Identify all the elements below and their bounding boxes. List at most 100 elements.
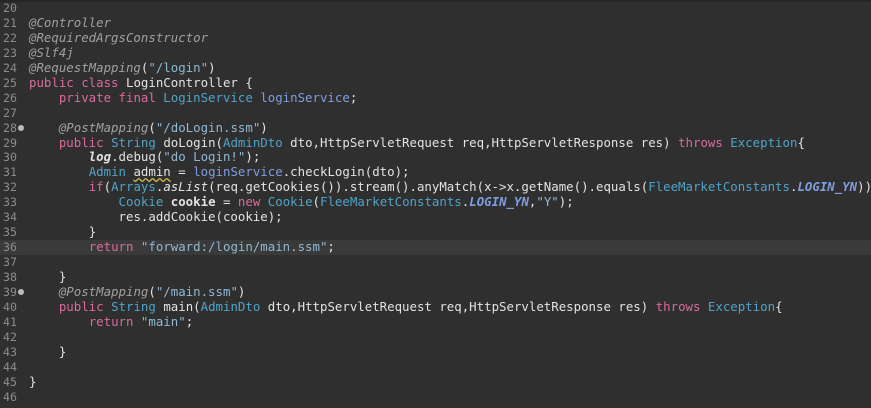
- type-token: FleeMarketConstants: [320, 194, 462, 210]
- code-line[interactable]: 22 @RequiredArgsConstructor: [0, 29, 871, 46]
- line-number: 31: [3, 165, 17, 180]
- code-line[interactable]: 29 public String doLogin(AdminDto dto,Ht…: [0, 134, 871, 151]
- expression-end: ))) {: [857, 179, 871, 195]
- field-token: loginService: [193, 164, 283, 180]
- line-number: 43: [3, 344, 17, 359]
- type-token: String: [111, 298, 156, 314]
- code-line[interactable]: 28 @PostMapping("/doLogin.ssm"): [0, 119, 871, 136]
- line-number: 46: [3, 389, 17, 404]
- parameter-list: dto,HttpServletRequest req,HttpServletRe…: [260, 298, 656, 314]
- keyword-token: public class: [29, 74, 119, 90]
- annotation-token: @PostMapping: [58, 119, 149, 135]
- fold-toggle-icon[interactable]: [18, 288, 24, 295]
- statement: res.addCookie(cookie);: [118, 209, 283, 225]
- keyword-token: public: [58, 134, 104, 150]
- code-line[interactable]: 40 public String main(AdminDto dto,HttpS…: [0, 298, 871, 315]
- static-method-token: asList: [163, 179, 209, 195]
- line-number: 36: [3, 240, 17, 255]
- keyword-token: return: [88, 239, 134, 255]
- code-line[interactable]: 44: [0, 360, 871, 375]
- line-number: 27: [3, 105, 17, 120]
- type-token: FleeMarketConstants: [648, 179, 790, 195]
- type-token: Exception: [707, 298, 776, 314]
- code-line[interactable]: 24 @RequestMapping("/login"): [0, 59, 871, 76]
- line-number: 20: [3, 1, 17, 15]
- code-line[interactable]: 39 @PostMapping("/main.ssm"): [0, 283, 871, 300]
- code-line[interactable]: 45}: [0, 373, 871, 390]
- code-line[interactable]: 25 public class LoginController {: [0, 74, 871, 91]
- string-token: "/main.ssm": [155, 283, 238, 299]
- field-token: loginService: [260, 89, 350, 105]
- operator-token: =: [170, 164, 194, 180]
- code-line[interactable]: 34 res.addCookie(cookie);: [0, 209, 871, 225]
- line-number: 24: [3, 60, 17, 75]
- code-line[interactable]: 20: [0, 1, 871, 16]
- type-token: Admin: [88, 164, 126, 180]
- class-declaration: LoginController {: [118, 74, 253, 90]
- line-number: 41: [3, 314, 17, 329]
- code-line[interactable]: 27: [0, 106, 871, 121]
- code-editor[interactable]: 20 21 @Controller 22 @RequiredArgsConstr…: [0, 0, 871, 408]
- static-field-token: log: [88, 149, 112, 165]
- line-number: 33: [3, 195, 17, 210]
- code-line[interactable]: 41 return "main";: [0, 313, 871, 330]
- code-line[interactable]: 23 @Slf4j: [0, 44, 871, 61]
- code-line[interactable]: 32 if(Arrays.asList(req.getCookies()).st…: [0, 179, 871, 195]
- method-call: .checkLogin(dto);: [282, 164, 410, 180]
- code-line[interactable]: 31 Admin admin = loginService.checkLogin…: [0, 164, 871, 180]
- code-line[interactable]: 37: [0, 255, 871, 270]
- keyword-token: throws: [678, 134, 723, 150]
- annotation-token: @Slf4j: [29, 44, 74, 60]
- code-line[interactable]: 35 }: [0, 224, 871, 240]
- type-token: Cookie: [118, 194, 164, 210]
- line-number: 45: [3, 374, 17, 389]
- brace: }: [58, 269, 67, 284]
- method-call: .debug(: [111, 149, 164, 165]
- brace: }: [58, 343, 67, 359]
- method-name: main: [163, 298, 194, 314]
- parameter-list: dto,HttpServletRequest req,HttpServletRe…: [282, 134, 679, 150]
- code-line[interactable]: 26 private final LoginService loginServi…: [0, 89, 871, 106]
- keyword-token: if: [88, 179, 104, 195]
- line-number: 44: [3, 359, 17, 374]
- line-number: 35: [3, 225, 17, 240]
- code-line[interactable]: 21 @Controller: [0, 15, 871, 31]
- line-number: 22: [3, 30, 17, 45]
- annotation-token: @PostMapping: [58, 283, 149, 299]
- static-field-token: LOGIN_YN: [797, 179, 858, 195]
- code-line[interactable]: 33 Cookie cookie = new Cookie(FleeMarket…: [0, 194, 871, 210]
- annotation-token: @RequiredArgsConstructor: [29, 29, 209, 45]
- brace: }: [88, 224, 97, 240]
- code-line[interactable]: 46: [0, 390, 871, 405]
- annotation-token: @RequestMapping: [29, 59, 141, 75]
- string-token: "/doLogin.ssm": [155, 119, 261, 135]
- code-line[interactable]: 43 }: [0, 343, 871, 360]
- string-token: "/login": [148, 59, 209, 75]
- type-token: Exception: [730, 134, 798, 150]
- line-number: 32: [3, 180, 17, 195]
- keyword-token: return: [88, 313, 134, 329]
- line-number: 38: [3, 270, 17, 284]
- brace: }: [29, 373, 37, 389]
- line-number: 42: [3, 329, 17, 344]
- local-variable-token: admin: [133, 164, 171, 180]
- string-token: "main": [140, 313, 186, 329]
- local-variable-token: cookie: [170, 194, 216, 210]
- type-token: Cookie: [267, 194, 313, 210]
- string-token: "forward:/login/main.ssm": [140, 239, 328, 255]
- code-line[interactable]: 30 log.debug("do Login!");: [0, 149, 871, 165]
- keyword-token: new: [237, 194, 261, 210]
- string-token: "Y": [536, 194, 559, 210]
- code-line[interactable]: 38 }: [0, 269, 871, 285]
- keyword-token: public: [58, 298, 104, 314]
- type-token: LoginService: [163, 89, 253, 105]
- type-token: Arrays: [111, 179, 156, 195]
- static-field-token: LOGIN_YN: [469, 194, 529, 210]
- line-number: 34: [3, 210, 17, 225]
- line-number: 30: [3, 150, 17, 165]
- line-number: 29: [3, 135, 17, 150]
- method-name: doLogin: [163, 134, 216, 150]
- fold-toggle-icon[interactable]: [18, 124, 24, 131]
- code-line[interactable]: 42: [0, 330, 871, 345]
- code-line-current[interactable]: 36 return "forward:/login/main.ssm";: [0, 239, 871, 256]
